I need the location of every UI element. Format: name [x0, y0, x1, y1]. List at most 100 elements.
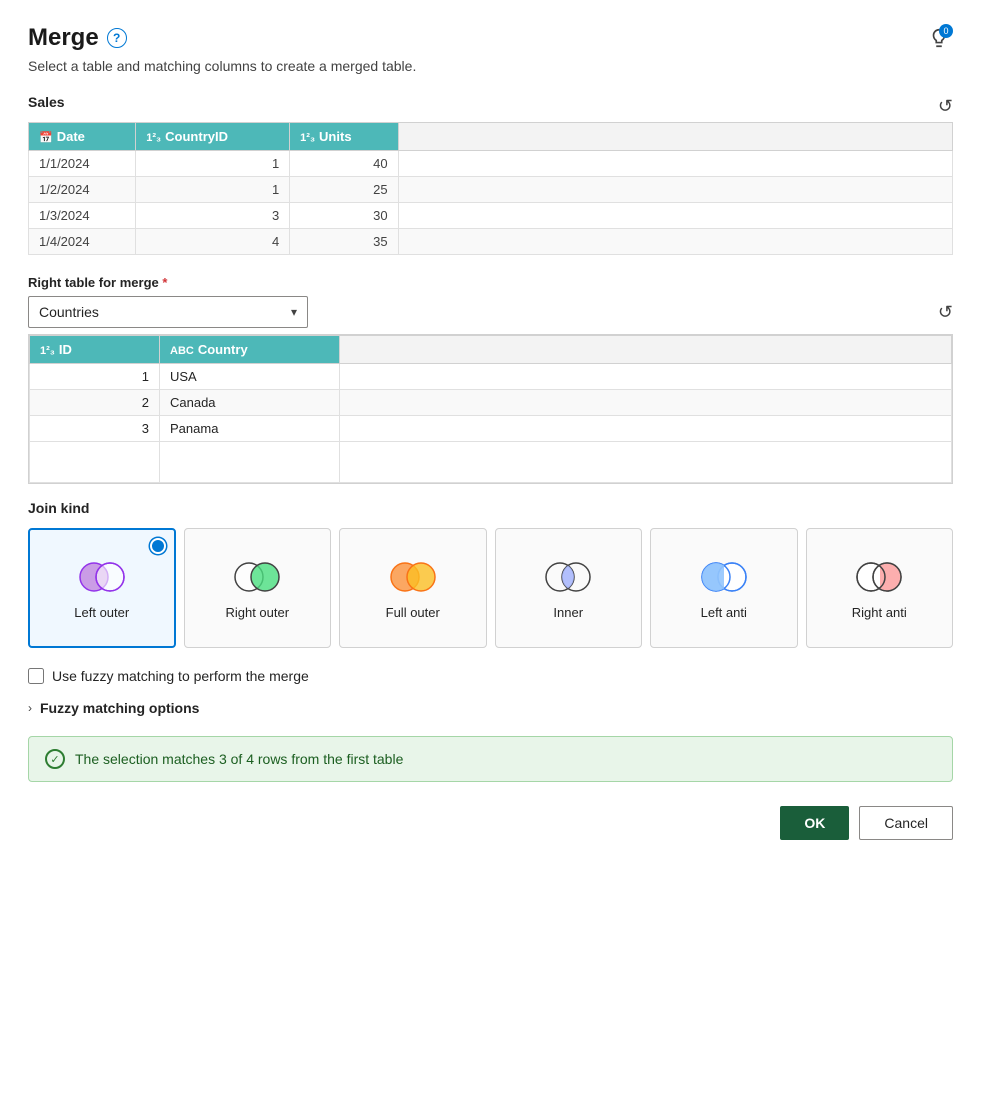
sales-row1-units: 40	[290, 151, 398, 177]
chevron-right-icon: ›	[28, 701, 32, 715]
sales-row1-empty	[398, 151, 952, 177]
sales-row2-units: 25	[290, 177, 398, 203]
sales-row2-date: 1/2/2024	[29, 177, 136, 203]
full-outer-venn	[383, 557, 443, 597]
countries-row2-country: Canada	[160, 390, 340, 416]
countries-empty-1	[30, 442, 160, 483]
join-kind-section: Join kind Left outer Right outer	[28, 500, 953, 648]
table-row: 1/4/2024 4 35	[29, 229, 953, 255]
status-text: The selection matches 3 of 4 rows from t…	[75, 751, 403, 767]
right-anti-label: Right anti	[852, 605, 907, 620]
calendar-icon: 📅	[39, 132, 53, 144]
sales-row2-countryid: 1	[136, 177, 290, 203]
fuzzy-matching-row: Use fuzzy matching to perform the merge	[28, 668, 953, 684]
join-option-right-outer[interactable]: Right outer	[184, 528, 332, 648]
join-kind-label: Join kind	[28, 500, 953, 516]
inner-label: Inner	[553, 605, 583, 620]
bulb-icon[interactable]: 0	[925, 24, 953, 52]
countries-row2-id: 2	[30, 390, 160, 416]
page-subtitle: Select a table and matching columns to c…	[28, 58, 953, 74]
cancel-button[interactable]: Cancel	[859, 806, 953, 840]
join-option-inner[interactable]: Inner	[495, 528, 643, 648]
left-outer-venn	[72, 557, 132, 597]
fuzzy-matching-checkbox[interactable]	[28, 668, 44, 684]
footer-buttons: OK Cancel	[28, 806, 953, 840]
countries-table: 1²₃ID ABCCountry 1 USA 2 Canada	[29, 335, 952, 483]
countries-row2-empty	[340, 390, 952, 416]
chevron-down-icon: ▾	[291, 305, 297, 319]
sales-refresh-icon[interactable]: ↺	[938, 96, 953, 117]
sales-row3-countryid: 3	[136, 203, 290, 229]
right-table-field-label: Right table for merge *	[28, 275, 953, 290]
table-row: 3 Panama	[30, 416, 952, 442]
fuzzy-options-row[interactable]: › Fuzzy matching options	[28, 700, 953, 716]
inner-venn	[538, 557, 598, 597]
sales-table: 📅Date 1²₃CountryID 1²₃Units 1/1/2024 1 4…	[28, 122, 953, 255]
countries-row3-empty	[340, 416, 952, 442]
sales-row3-units: 30	[290, 203, 398, 229]
table-row: 1/1/2024 1 40	[29, 151, 953, 177]
right-anti-venn	[849, 557, 909, 597]
fuzzy-options-label: Fuzzy matching options	[40, 700, 199, 716]
sales-table-header-row: Sales ↺	[28, 94, 953, 118]
sales-row4-countryid: 4	[136, 229, 290, 255]
status-bar: ✓ The selection matches 3 of 4 rows from…	[28, 736, 953, 782]
table-row: 1 USA	[30, 364, 952, 390]
countries-row3-country: Panama	[160, 416, 340, 442]
check-icon: ✓	[45, 749, 65, 769]
sales-row3-date: 1/3/2024	[29, 203, 136, 229]
number-icon-2: 1²₃	[300, 132, 315, 144]
number-icon-3: 1²₃	[40, 345, 55, 357]
bulb-badge: 0	[939, 24, 953, 38]
right-outer-label: Right outer	[225, 605, 289, 620]
right-table-section: Right table for merge * Countries ▾ ↺ 1²…	[28, 275, 953, 484]
ok-button[interactable]: OK	[780, 806, 849, 840]
countries-row1-empty	[340, 364, 952, 390]
dropdown-value: Countries	[39, 304, 99, 320]
join-option-left-outer[interactable]: Left outer	[28, 528, 176, 648]
countries-row3-id: 3	[30, 416, 160, 442]
sales-row2-empty	[398, 177, 952, 203]
sales-table-section: Sales ↺ 📅Date 1²₃CountryID 1²₃Units 1/1/…	[28, 94, 953, 255]
countries-empty-3	[340, 442, 952, 483]
left-anti-label: Left anti	[701, 605, 747, 620]
table-row: 1/3/2024 3 30	[29, 203, 953, 229]
sales-row1-countryid: 1	[136, 151, 290, 177]
countries-col-country[interactable]: ABCCountry	[160, 336, 340, 364]
sales-row4-units: 35	[290, 229, 398, 255]
sales-col-units[interactable]: 1²₃Units	[290, 123, 398, 151]
left-outer-label: Left outer	[74, 605, 129, 620]
join-option-left-anti[interactable]: Left anti	[650, 528, 798, 648]
table-row-empty	[30, 442, 952, 483]
sales-col-empty	[398, 123, 952, 151]
countries-col-id[interactable]: 1²₃ID	[30, 336, 160, 364]
fuzzy-matching-label: Use fuzzy matching to perform the merge	[52, 668, 309, 684]
sales-col-date[interactable]: 📅Date	[29, 123, 136, 151]
right-table-refresh-icon[interactable]: ↺	[938, 302, 953, 323]
page-title: Merge	[28, 24, 99, 52]
right-outer-venn	[227, 557, 287, 597]
abc-icon: ABC	[170, 345, 194, 357]
sales-label: Sales	[28, 94, 65, 110]
help-icon[interactable]: ?	[107, 28, 127, 48]
countries-table-container: 1²₃ID ABCCountry 1 USA 2 Canada	[28, 334, 953, 484]
table-row: 2 Canada	[30, 390, 952, 416]
join-option-right-anti[interactable]: Right anti	[806, 528, 954, 648]
countries-row1-country: USA	[160, 364, 340, 390]
sales-row3-empty	[398, 203, 952, 229]
join-option-full-outer[interactable]: Full outer	[339, 528, 487, 648]
countries-empty-2	[160, 442, 340, 483]
sales-row1-date: 1/1/2024	[29, 151, 136, 177]
sales-col-countryid[interactable]: 1²₃CountryID	[136, 123, 290, 151]
left-anti-venn	[694, 557, 754, 597]
selected-indicator	[150, 538, 166, 554]
sales-row4-empty	[398, 229, 952, 255]
title-area: Merge ?	[28, 24, 127, 52]
table-row: 1/2/2024 1 25	[29, 177, 953, 203]
required-star: *	[162, 275, 167, 290]
join-options-container: Left outer Right outer Full outer	[28, 528, 953, 648]
page-header: Merge ? 0	[28, 24, 953, 52]
right-table-dropdown[interactable]: Countries ▾	[28, 296, 308, 328]
right-table-dropdown-row: Countries ▾ ↺	[28, 296, 953, 328]
sales-row4-date: 1/4/2024	[29, 229, 136, 255]
